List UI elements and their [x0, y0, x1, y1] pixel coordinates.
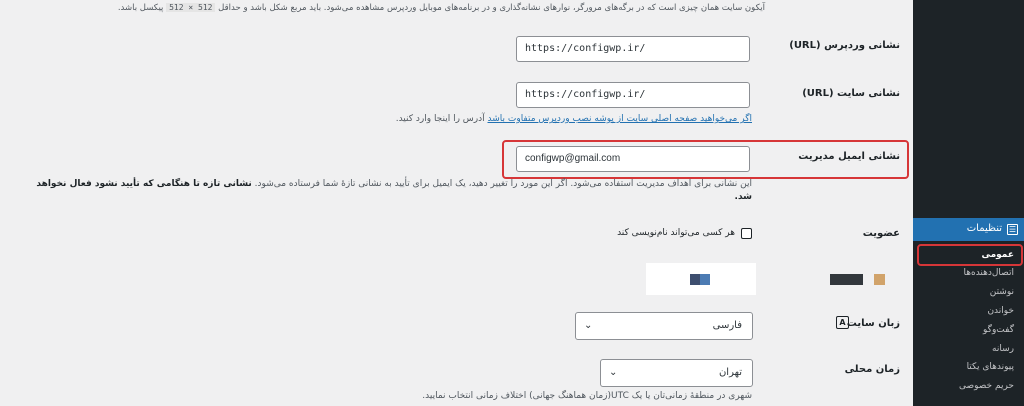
membership-label: عضویت — [862, 228, 900, 239]
sidebar-item-permalinks[interactable]: پیوندهای یکتا — [967, 362, 1014, 372]
general-highlight — [917, 244, 1023, 266]
membership-checkbox-label[interactable]: هر کسی می‌تواند نام‌نویسی کند — [617, 228, 735, 238]
admin-sidebar: ☰ تنظیمات عمومی اتصال‌دهنده‌ها نوشتن خوا… — [913, 0, 1024, 406]
site-icon-note: آیکون سایت همان چیزی است که در برگه‌های … — [117, 3, 765, 13]
swatch-a-dark — [690, 274, 700, 285]
admin-email-help: این نشانی برای اهداف مدیریت استفاده می‌ش… — [36, 179, 752, 202]
site-language-select[interactable]: فارسی ⌄ — [575, 312, 753, 340]
sidebar-item-discussion[interactable]: گفت‌وگو — [983, 325, 1014, 335]
sidebar-item-connectors[interactable]: اتصال‌دهنده‌ها — [964, 268, 1015, 278]
chevron-down-icon: ⌄ — [609, 367, 618, 378]
sidebar-item-writing[interactable]: نوشتن — [990, 287, 1014, 297]
sidebar-item-media[interactable]: رسانه — [992, 344, 1014, 354]
admin-email-input[interactable]: configwp@gmail.com — [516, 146, 750, 172]
admin-email-label: نشانی ایمیل مدیریت — [798, 151, 900, 162]
timezone-help: شهری در منطقهٔ زمانی‌تان یا یک UTC(زمان … — [422, 391, 752, 401]
timezone-select[interactable]: تهران ⌄ — [600, 359, 753, 387]
swatch-a[interactable] — [690, 274, 710, 285]
site-url-input[interactable]: https://configwp.ir/ — [516, 82, 750, 108]
swatch-b[interactable] — [830, 274, 863, 285]
chevron-down-icon: ⌄ — [584, 320, 593, 331]
wp-url-label: نشانی وردپرس (URL) — [789, 40, 900, 51]
site-url-help: اگر می‌خواهید صفحه اصلی سایت از پوشه نصب… — [395, 114, 753, 124]
settings-main: آیکون سایت همان چیزی است که در برگه‌های … — [0, 0, 913, 406]
translation-icon: A — [836, 316, 849, 329]
swatch-c[interactable] — [874, 274, 885, 285]
site-url-label: نشانی سایت (URL) — [802, 88, 900, 99]
icon-size-code: 512 × 512 — [166, 3, 216, 12]
sidebar-item-privacy[interactable]: حریم خصوصی — [959, 381, 1014, 391]
sidebar-item-settings[interactable]: ☰ تنظیمات — [913, 218, 1024, 241]
sidebar-item-settings-label: تنظیمات — [966, 223, 1002, 234]
timezone-label: زمان محلی — [844, 364, 900, 375]
membership-checkbox[interactable] — [741, 228, 752, 239]
wp-url-input[interactable]: https://configwp.ir/ — [516, 36, 750, 62]
sidebar-item-reading[interactable]: خواندن — [987, 306, 1014, 316]
swatch-a-light — [700, 274, 710, 285]
settings-icon: ☰ — [1007, 224, 1018, 235]
site-language-label: زبان سایت — [846, 318, 900, 329]
site-url-help-link[interactable]: اگر می‌خواهید صفحه اصلی سایت از پوشه نصب… — [488, 114, 753, 124]
